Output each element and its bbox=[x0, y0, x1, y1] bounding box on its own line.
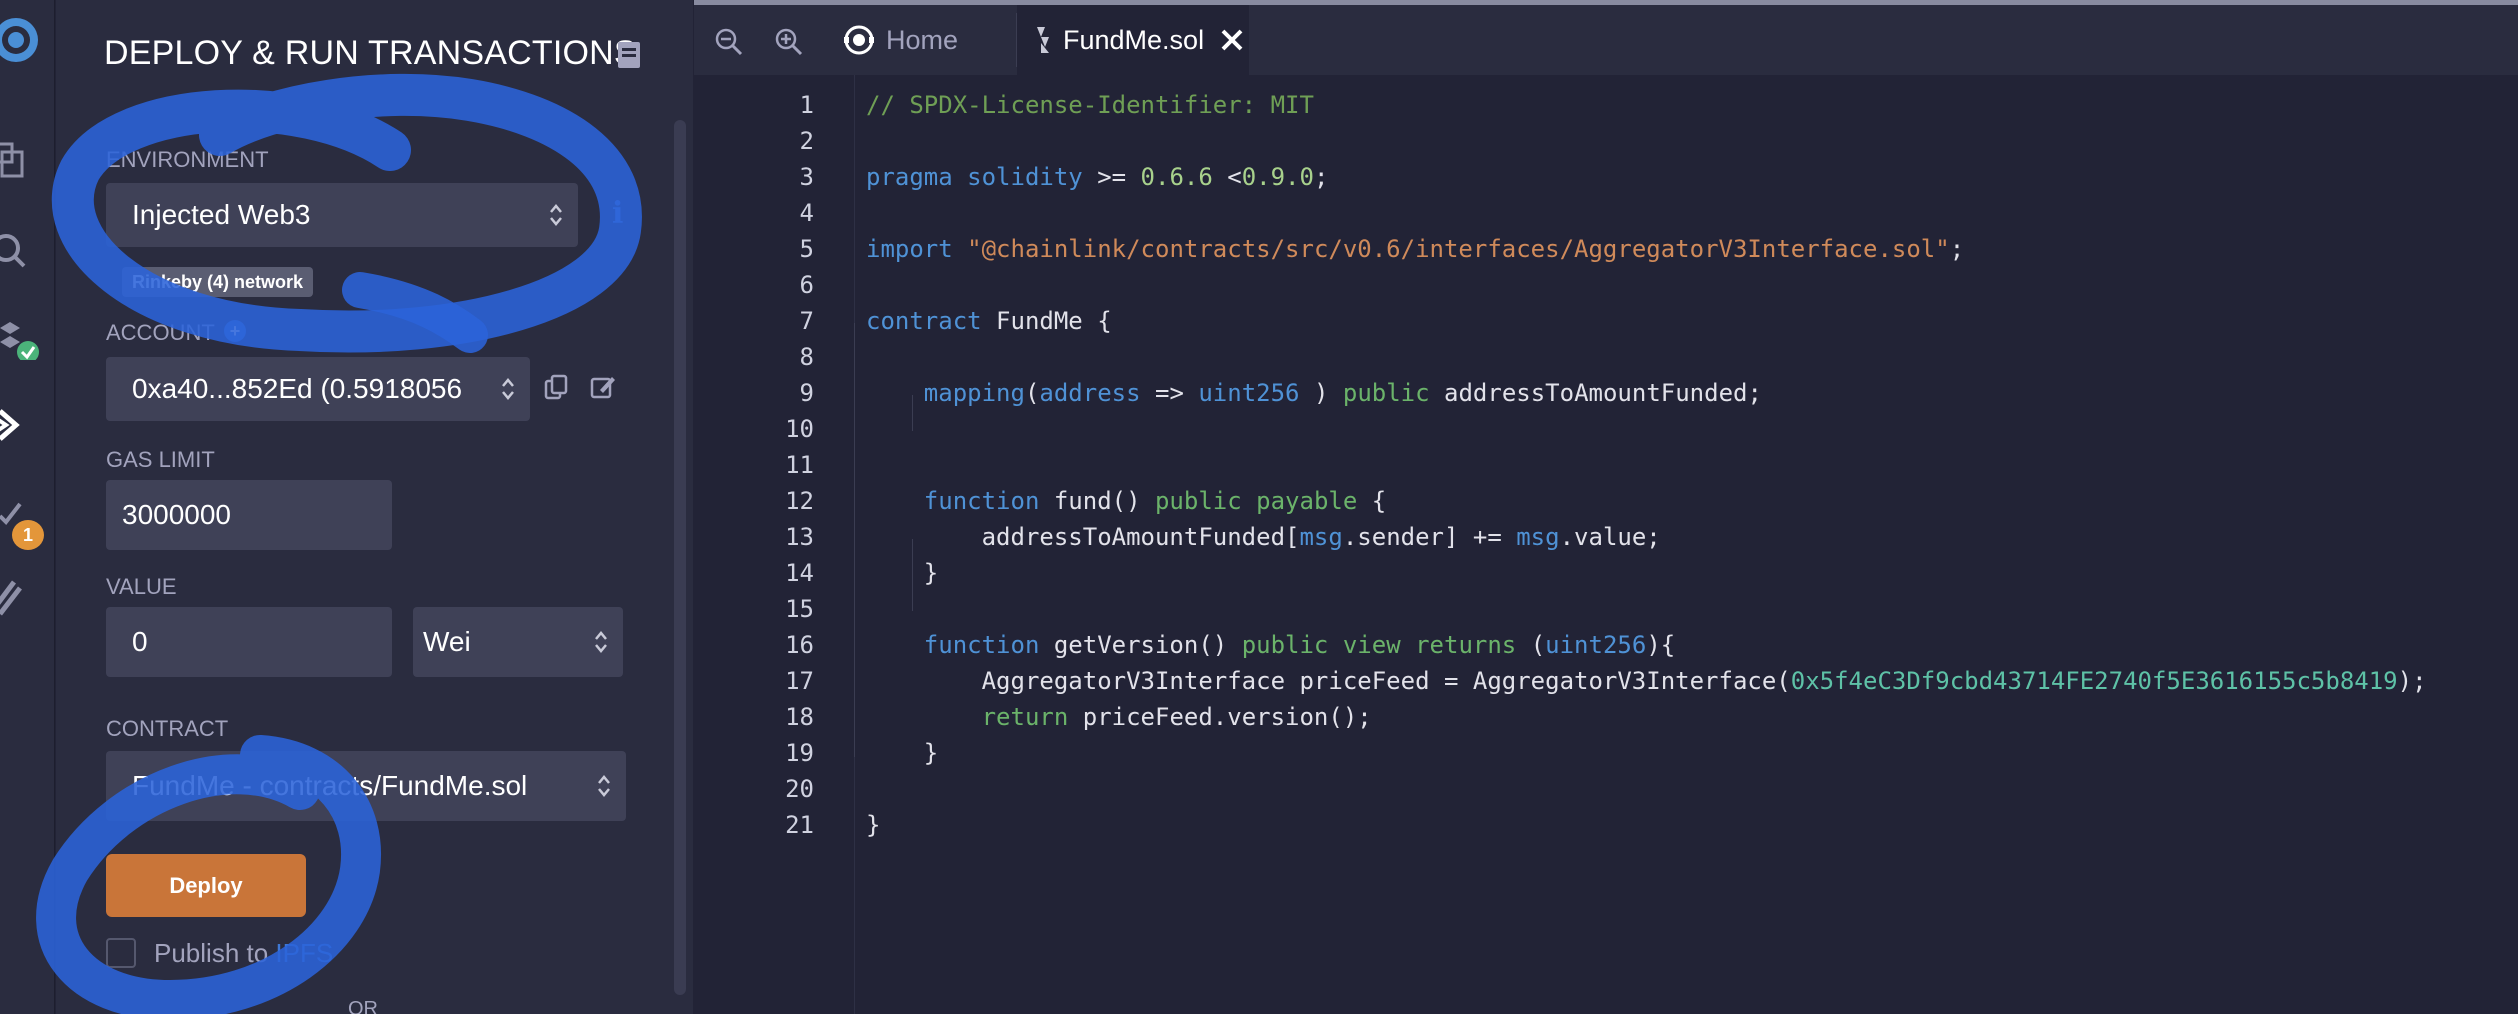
line-number: 1 bbox=[799, 91, 814, 119]
line-number: 21 bbox=[785, 811, 814, 839]
select-arrows-icon bbox=[550, 204, 562, 226]
code-line: function getVersion() public view return… bbox=[923, 631, 1676, 659]
line-number: 15 bbox=[785, 595, 814, 623]
code-line: } bbox=[866, 739, 939, 767]
file-explorer-icon[interactable] bbox=[0, 140, 30, 180]
documentation-icon[interactable] bbox=[618, 42, 640, 68]
value-input[interactable]: 0 bbox=[106, 607, 392, 677]
tab-home[interactable]: Home bbox=[830, 5, 1016, 75]
tab-fundme-label: FundMe.sol bbox=[1063, 24, 1205, 55]
account-label: ACCOUNT bbox=[106, 320, 215, 345]
deploy-run-panel: DEPLOY & RUN TRANSACTIONS ENVIRONMENT In… bbox=[56, 0, 693, 1014]
line-number: 17 bbox=[785, 667, 814, 695]
line-number: 10 bbox=[785, 415, 814, 443]
code-editor: Home FundMe.sol 1 2 3 4 5 6 7 8 9 10 11 12 13 14 15 16 1… bbox=[694, 0, 2518, 1014]
code-line: mapping(address => uint256 ) public addr… bbox=[923, 379, 1762, 407]
value-unit: Wei bbox=[423, 626, 471, 657]
account-value: 0xa40...852Ed (0.5918056 bbox=[132, 373, 463, 404]
search-icon[interactable] bbox=[0, 230, 30, 270]
indent-guide bbox=[854, 323, 855, 757]
tab-home-label: Home bbox=[886, 24, 959, 55]
or-label: OR bbox=[348, 998, 378, 1014]
code-line: return priceFeed.version(); bbox=[981, 703, 1372, 731]
editor-tab-bar: Home FundMe.sol bbox=[694, 5, 2518, 75]
line-number: 3 bbox=[799, 163, 814, 191]
account-select[interactable]: 0xa40...852Ed (0.5918056 bbox=[106, 357, 530, 421]
deploy-run-icon[interactable] bbox=[0, 405, 30, 445]
code-line: addressToAmountFunded[msg.sender] += msg… bbox=[866, 523, 1661, 551]
zoom-out-icon[interactable] bbox=[714, 27, 744, 57]
remix-logo-icon bbox=[844, 25, 874, 55]
line-number: 12 bbox=[785, 487, 814, 515]
value-label: VALUE bbox=[106, 574, 177, 599]
close-tab-icon[interactable] bbox=[1220, 28, 1244, 52]
code-line: } bbox=[866, 811, 881, 839]
solidity-file-icon bbox=[1037, 27, 1049, 53]
value-amount: 0 bbox=[132, 626, 148, 657]
add-account-icon[interactable]: + bbox=[224, 320, 246, 342]
select-arrows-icon bbox=[598, 775, 610, 797]
line-number: 16 bbox=[785, 631, 814, 659]
line-number: 5 bbox=[799, 235, 814, 263]
code-line: pragma solidity >= 0.6.6 <0.9.0; bbox=[866, 163, 1329, 191]
value-unit-select[interactable]: Wei bbox=[413, 607, 623, 677]
zoom-in-icon[interactable] bbox=[774, 27, 804, 57]
deploy-button[interactable]: Deploy bbox=[106, 854, 306, 917]
panel-title: DEPLOY & RUN TRANSACTIONS bbox=[104, 34, 637, 72]
line-number: 14 bbox=[785, 559, 814, 587]
gas-limit-value: 3000000 bbox=[122, 499, 232, 530]
notification-badge: 1 bbox=[12, 520, 44, 550]
contract-value: FundMe - contracts/FundMe.sol bbox=[132, 770, 528, 801]
environment-select[interactable]: Injected Web3 bbox=[106, 183, 578, 247]
solidity-compiler-icon[interactable] bbox=[0, 320, 50, 360]
publish-prefix: Publish to bbox=[154, 938, 276, 968]
gas-limit-label: GAS LIMIT bbox=[106, 447, 215, 472]
line-number: 7 bbox=[799, 307, 814, 335]
remix-logo-icon[interactable] bbox=[0, 10, 50, 70]
contract-select[interactable]: FundMe - contracts/FundMe.sol bbox=[106, 751, 626, 821]
copy-icon[interactable] bbox=[544, 374, 570, 400]
gas-limit-input[interactable]: 3000000 bbox=[106, 480, 392, 550]
tab-fundme-sol[interactable]: FundMe.sol bbox=[1017, 5, 1249, 75]
code-area[interactable]: 1 2 3 4 5 6 7 8 9 10 11 12 13 14 15 16 17 18 19 20 21 // SPD… bbox=[694, 75, 2518, 1014]
code-line: } bbox=[866, 559, 939, 587]
environment-value: Injected Web3 bbox=[132, 199, 311, 230]
line-number: 18 bbox=[785, 703, 814, 731]
code-line: import "@chainlink/contracts/src/v0.6/in… bbox=[866, 235, 1965, 263]
plugin-icon[interactable] bbox=[0, 578, 30, 618]
line-number: 19 bbox=[785, 739, 814, 767]
code-line: // SPDX-License-Identifier: MIT bbox=[866, 91, 1314, 119]
line-number: 4 bbox=[799, 199, 814, 227]
code-line: function fund() public payable { bbox=[923, 487, 1387, 515]
line-number: 13 bbox=[785, 523, 814, 551]
ipfs-link[interactable]: IPFS bbox=[275, 938, 333, 968]
select-arrows-icon bbox=[502, 376, 514, 402]
line-number: 6 bbox=[799, 271, 814, 299]
line-number: 20 bbox=[785, 775, 814, 803]
select-arrows-icon bbox=[595, 631, 607, 653]
line-number: 11 bbox=[785, 451, 814, 479]
code-line: contract FundMe { bbox=[866, 307, 1112, 335]
info-icon[interactable]: i bbox=[612, 196, 623, 231]
contract-label: CONTRACT bbox=[106, 716, 229, 741]
code-line: AggregatorV3Interface priceFeed = Aggreg… bbox=[866, 667, 2427, 695]
publish-ipfs-label: Publish to IPFS bbox=[154, 938, 333, 969]
edit-icon[interactable] bbox=[590, 374, 616, 400]
line-number: 9 bbox=[799, 379, 814, 407]
icon-rail: 1 bbox=[0, 0, 55, 1014]
line-number: 2 bbox=[799, 127, 814, 155]
network-badge: Rinkeby (4) network bbox=[122, 267, 314, 297]
line-number: 8 bbox=[799, 343, 814, 371]
environment-label: ENVIRONMENT bbox=[106, 147, 269, 172]
publish-ipfs-checkbox[interactable] bbox=[106, 938, 136, 968]
